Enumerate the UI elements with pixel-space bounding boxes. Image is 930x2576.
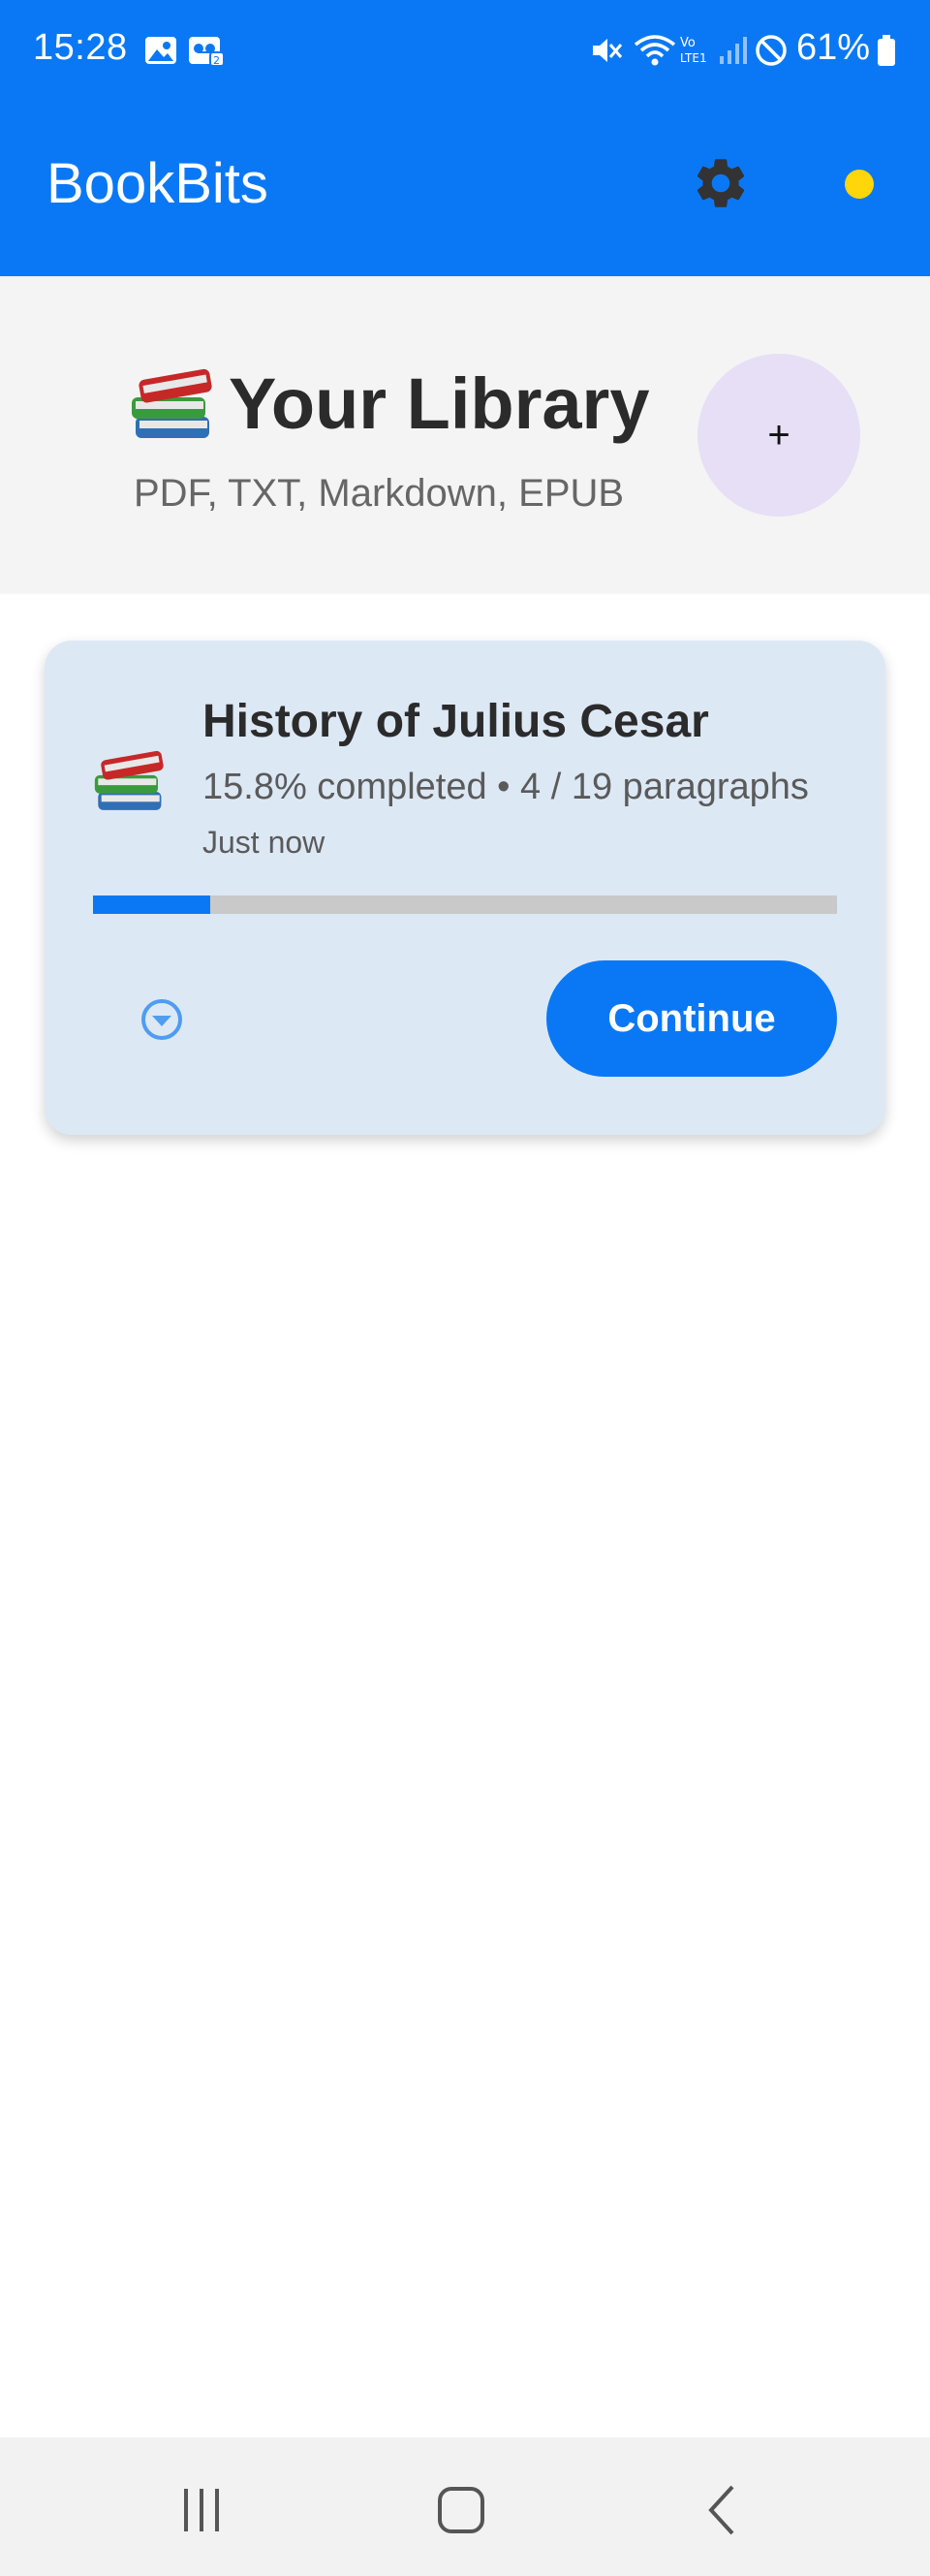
library-subtitle: PDF, TXT, Markdown, EPUB <box>134 472 625 515</box>
books-icon <box>91 745 167 815</box>
add-book-button[interactable]: + <box>698 354 860 517</box>
wifi-icon <box>634 33 676 68</box>
book-card[interactable]: History of Julius Cesar 15.8% completed … <box>45 641 885 1135</box>
image-icon <box>143 33 178 68</box>
library-title-row: Your Library <box>128 360 650 447</box>
signal-icon <box>717 33 752 68</box>
progress-bar <box>93 895 837 914</box>
app-bar: BookBits <box>0 105 930 276</box>
status-time: 15:28 <box>33 27 128 68</box>
chevron-down-icon[interactable] <box>140 997 184 1042</box>
svg-text:Vo: Vo <box>680 36 696 50</box>
volte-icon: Vo LTE1 <box>678 33 717 68</box>
back-icon[interactable] <box>689 2476 757 2544</box>
library-title: Your Library <box>229 362 650 444</box>
nav-bar <box>0 2437 930 2576</box>
svg-text:2: 2 <box>213 54 220 67</box>
book-progress-text: 15.8% completed • 4 / 19 paragraphs <box>202 767 809 807</box>
book-title: History of Julius Cesar <box>202 696 709 747</box>
status-dot[interactable] <box>845 170 874 199</box>
voicemail-icon: 2 <box>187 33 226 68</box>
library-header: Your Library PDF, TXT, Markdown, EPUB + <box>0 276 930 594</box>
continue-button[interactable]: Continue <box>546 960 837 1077</box>
progress-bar-fill <box>93 895 211 914</box>
home-icon[interactable] <box>427 2476 495 2544</box>
top-region: 15:28 2 Vo LTE1 61% BookBits <box>0 0 930 276</box>
svg-text:LTE1: LTE1 <box>680 51 707 65</box>
battery-icon <box>876 33 897 68</box>
books-icon <box>128 362 215 444</box>
status-bar: 15:28 2 Vo LTE1 61% <box>0 0 930 105</box>
book-last-read: Just now <box>202 825 326 860</box>
gear-icon[interactable] <box>691 153 751 213</box>
mute-icon <box>589 33 624 68</box>
dnd-icon <box>754 33 789 68</box>
app-title: BookBits <box>46 152 268 215</box>
recents-icon[interactable] <box>168 2476 235 2544</box>
battery-percent: 61% <box>795 27 870 68</box>
